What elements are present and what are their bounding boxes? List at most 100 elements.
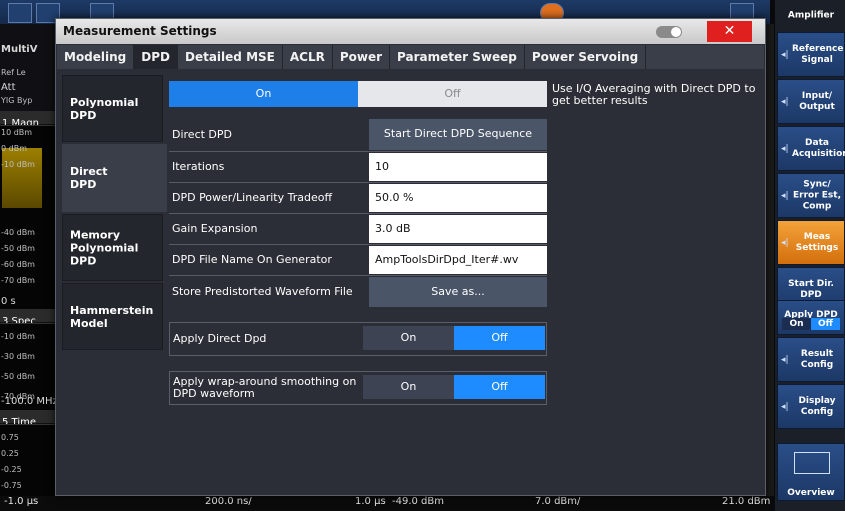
toggle-on[interactable]: On (363, 326, 454, 350)
row-store-waveform: Store Predistorted Waveform File Save as… (169, 277, 547, 307)
softkey-label: Start Dir. DPD (788, 278, 834, 300)
save-as-button[interactable]: Save as... (369, 277, 547, 307)
measurement-settings-dialog: Measurement Settings ✕ Modeling DPD Deta… (55, 18, 766, 496)
iterations-input[interactable]: 10 (369, 153, 547, 181)
window-1-header: 1 Magn (0, 111, 58, 129)
direct-dpd-state-toggle[interactable]: On Off (169, 81, 547, 107)
windows-icon[interactable] (8, 3, 32, 23)
arrow-left-icon: ◂| (781, 49, 789, 60)
toggle-on[interactable]: On (363, 375, 454, 399)
softkey-apply-dpd[interactable]: Apply DPD On Off (777, 300, 845, 335)
row-label: DPD Power/Linearity Tradeoff (172, 191, 333, 204)
toggle-off[interactable]: Off (454, 326, 545, 350)
axis-label: 21.0 dBm (722, 496, 771, 507)
side-tab-label: Direct DPD (70, 165, 108, 191)
att-label: Att (1, 82, 16, 93)
ref-level-label: Ref Le (1, 68, 26, 77)
window-1-plot: 10 dBm 0 dBm -10 dBm -40 dBm -50 dBm -60… (0, 125, 58, 319)
tab-aclr[interactable]: ACLR (283, 45, 333, 69)
softkey-display-config[interactable]: ◂| Display Config (777, 384, 845, 429)
state-off[interactable]: Off (358, 81, 547, 107)
dialog-title-bar[interactable]: Measurement Settings ✕ (56, 19, 765, 44)
start-direct-dpd-button[interactable]: Start Direct DPD Sequence (369, 119, 547, 150)
divider (169, 213, 547, 214)
softkey-sync-error[interactable]: ◂| Sync/ Error Est, Comp (777, 173, 845, 218)
softkey-panel: Amplifier ◂| Reference Signal ◂| Input/ … (775, 0, 845, 511)
multiview-label: MultiV (1, 44, 38, 55)
softkey-input-output[interactable]: ◂| Input/ Output (777, 79, 845, 124)
side-tab-memory-polynomial-dpd[interactable]: Memory Polynomial DPD (62, 214, 163, 281)
divider (169, 275, 547, 276)
file-name-input[interactable]: AmpToolsDirDpd_Iter#.wv (369, 246, 547, 274)
divider (169, 244, 547, 245)
softkey-label: Display Config (798, 395, 836, 417)
softkey-label: Sync/ Error Est, Comp (792, 179, 841, 211)
y-tick: -0.75 (1, 481, 22, 490)
softkey-overview[interactable]: Overview (777, 443, 845, 501)
y-tick: -10 dBm (1, 160, 35, 169)
y-tick: -0.25 (1, 465, 22, 474)
wrap-around-toggle[interactable]: On Off (363, 375, 545, 399)
tab-modeling[interactable]: Modeling (57, 45, 135, 69)
yig-label: YIG Byp (1, 96, 33, 105)
side-tab-label: Polynomial DPD (70, 95, 139, 122)
softkey-result-config[interactable]: ◂| Result Config (777, 337, 845, 382)
overview-diagram-icon (794, 452, 830, 474)
arrow-left-icon: ◂| (781, 401, 789, 412)
softkey-label: Meas Settings (795, 231, 839, 253)
softkey-label: Overview (787, 488, 835, 498)
divider (169, 182, 547, 183)
row-file-name: DPD File Name On Generator AmpToolsDirDp… (169, 246, 547, 274)
direct-dpd-panel: On Off Use I/Q Averaging with Direct DPD… (163, 75, 760, 489)
dialog-title: Measurement Settings (63, 24, 217, 38)
y-tick: 10 dBm (1, 128, 33, 137)
tab-power-servoing[interactable]: Power Servoing (525, 45, 647, 69)
softkey-label: Reference Signal (792, 43, 844, 65)
apply-dpd-toggle[interactable]: On Off (782, 318, 840, 330)
y-tick: -40 dBm (1, 228, 35, 237)
gain-expansion-input[interactable]: 3.0 dB (369, 215, 547, 243)
tab-power[interactable]: Power (333, 45, 391, 69)
state-on[interactable]: On (169, 81, 358, 107)
settings-group: Direct DPD Start Direct DPD Sequence Ite… (169, 119, 547, 479)
y-tick: -50 dBm (1, 372, 35, 381)
axis-label: 7.0 dBm/ (535, 496, 581, 507)
side-tab-hammerstein-model[interactable]: Hammerstein Model (62, 283, 163, 350)
transparency-toggle[interactable] (656, 26, 682, 38)
axis-label: 200.0 ns/ (205, 496, 252, 507)
toggle-off[interactable]: Off (454, 375, 545, 399)
side-tab-direct-dpd[interactable]: Direct DPD (62, 144, 167, 212)
row-label: Iterations (172, 160, 225, 173)
y-tick: 0.25 (1, 449, 19, 458)
trace-fill (2, 148, 42, 208)
tab-parameter-sweep[interactable]: Parameter Sweep (390, 45, 525, 69)
softkey-data-acquisition[interactable]: ◂| Data Acquisition (777, 126, 845, 171)
tab-dpd[interactable]: DPD (134, 45, 178, 69)
row-tradeoff: DPD Power/Linearity Tradeoff 50.0 % (169, 184, 547, 212)
arrow-left-icon: ◂| (781, 143, 789, 154)
y-tick: 0 dBm (1, 144, 27, 153)
toggle-off[interactable]: Off (811, 318, 840, 330)
window-5-plot: 0.75 0.25 -0.25 -0.75 (0, 424, 58, 497)
row-direct-dpd: Direct DPD Start Direct DPD Sequence (169, 119, 547, 150)
tab-detailed-mse[interactable]: Detailed MSE (178, 45, 283, 69)
side-tab-label: Hammerstein Model (70, 303, 154, 330)
axis-label: -1.0 µs (4, 496, 39, 507)
side-tab-polynomial-dpd[interactable]: Polynomial DPD (62, 75, 163, 142)
row-gain-expansion: Gain Expansion 3.0 dB (169, 215, 547, 243)
row-label: Apply Direct Dpd (173, 332, 267, 345)
softkey-label: Input/ Output (799, 90, 835, 112)
row-label: Gain Expansion (172, 222, 258, 235)
arrow-left-icon: ◂| (781, 190, 789, 201)
tradeoff-input[interactable]: 50.0 % (369, 184, 547, 212)
softkey-meas-settings[interactable]: ◂| Meas Settings (777, 220, 845, 265)
x-start: 0 s (1, 296, 16, 307)
close-button[interactable]: ✕ (707, 21, 752, 42)
y-tick: 0.75 (1, 433, 19, 442)
apply-direct-dpd-toggle[interactable]: On Off (363, 326, 545, 350)
wrap-around-box: Apply wrap-around smoothing on DPD wavef… (169, 371, 547, 405)
softkey-reference-signal[interactable]: ◂| Reference Signal (777, 32, 845, 77)
toggle-on[interactable]: On (782, 318, 811, 330)
y-tick: -50 dBm (1, 244, 35, 253)
tab-bar: Modeling DPD Detailed MSE ACLR Power Par… (57, 45, 764, 69)
